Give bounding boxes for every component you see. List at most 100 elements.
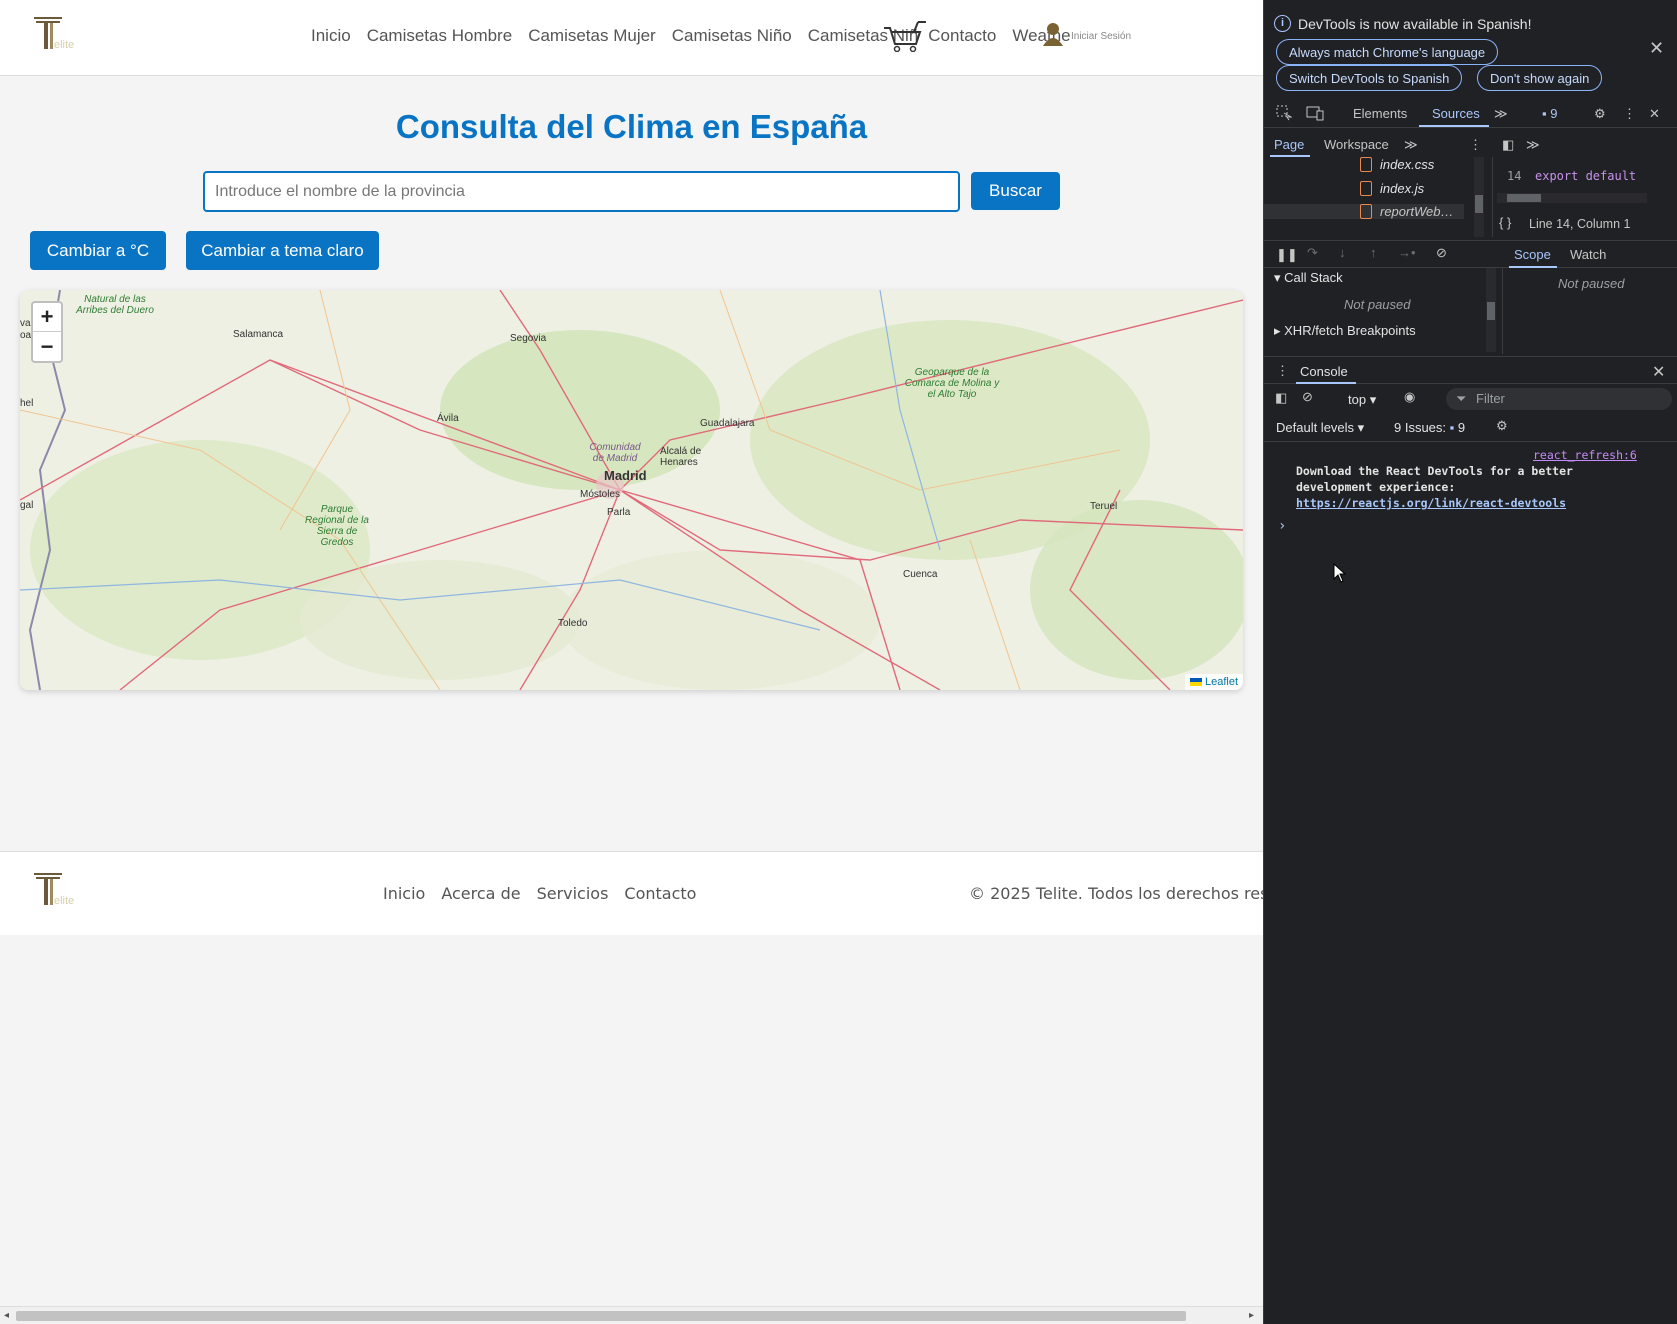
- leaflet-link[interactable]: Leaflet: [1205, 676, 1238, 688]
- log-link[interactable]: https://reactjs.org/link/react-devtools: [1296, 496, 1566, 510]
- tab-sources[interactable]: Sources: [1432, 106, 1480, 121]
- nav-inicio[interactable]: Inicio: [311, 26, 351, 46]
- more-subtabs-icon[interactable]: ≫: [1404, 137, 1418, 153]
- more-tabs-icon[interactable]: ≫: [1494, 106, 1508, 122]
- subtab-menu-icon[interactable]: ⋮: [1469, 137, 1482, 153]
- footer-link-acerca[interactable]: Acerca de: [441, 884, 520, 903]
- language-notice: i DevTools is now available in Spanish! …: [1264, 0, 1677, 95]
- weather-map[interactable]: Salamanca Segovia Ávila Guadalajara Comu…: [20, 290, 1243, 690]
- more-editor-icon[interactable]: ≫: [1526, 137, 1540, 153]
- nav-camisetas-nino[interactable]: Camisetas Niño: [672, 26, 792, 46]
- scroll-left-icon[interactable]: ◂: [4, 1310, 9, 1321]
- zoom-out-button[interactable]: −: [33, 332, 61, 361]
- tab-elements[interactable]: Elements: [1353, 106, 1407, 121]
- main-nav: Inicio Camisetas Hombre Camisetas Mujer …: [311, 26, 1087, 46]
- close-drawer-icon[interactable]: ✕: [1652, 362, 1665, 382]
- step-icon[interactable]: →•: [1398, 245, 1416, 260]
- settings-icon[interactable]: ⚙: [1594, 106, 1606, 122]
- console-filter-input[interactable]: ⏷ Filter: [1446, 388, 1672, 410]
- svg-text:elite: elite: [54, 39, 74, 51]
- device-toolbar-icon[interactable]: [1306, 105, 1324, 121]
- toggle-navigator-icon[interactable]: ◧: [1502, 137, 1514, 153]
- map-attribution[interactable]: Leaflet: [1184, 674, 1243, 690]
- footer-link-servicios[interactable]: Servicios: [537, 884, 609, 903]
- page-title: Consulta del Clima en España: [395, 108, 868, 145]
- deactivate-breakpoints-icon[interactable]: ⊘: [1436, 245, 1447, 261]
- live-expression-icon[interactable]: ◉: [1404, 389, 1415, 405]
- xhr-breakpoints-header[interactable]: ▸ XHR/fetch Breakpoints: [1274, 323, 1416, 339]
- login-link[interactable]: Iniciar Sesión: [1071, 31, 1131, 42]
- map-label-parla: Parla: [607, 507, 631, 518]
- theme-toggle-button[interactable]: Cambiar a tema claro: [186, 231, 379, 270]
- map-label-edge-2: gal: [20, 500, 34, 511]
- map-label-comunidad-madrid: Comunidad de Madrid: [589, 442, 641, 464]
- copyright-text: © 2025 Telite. Todos los derechos reserv…: [969, 884, 1263, 903]
- subtab-workspace[interactable]: Workspace: [1324, 137, 1389, 152]
- code-line[interactable]: export default: [1535, 169, 1636, 183]
- nav-contacto[interactable]: Contacto: [928, 26, 996, 46]
- nav-camisetas-mujer[interactable]: Camisetas Mujer: [528, 26, 656, 46]
- cart-icon[interactable]: [882, 20, 926, 52]
- nav-camisetas-hombre[interactable]: Camisetas Hombre: [367, 26, 513, 46]
- log-source-link[interactable]: react_refresh:6: [1533, 448, 1637, 462]
- map-tiles: [20, 290, 1243, 690]
- map-label-madrid: Madrid: [604, 468, 647, 483]
- match-language-button[interactable]: Always match Chrome's language: [1276, 39, 1499, 65]
- province-search-input[interactable]: [203, 171, 960, 212]
- file-tree: index.css index.js reportWeb…: [1264, 157, 1492, 237]
- scope-not-paused: Not paused: [1558, 276, 1625, 291]
- file-name: index.css: [1380, 157, 1435, 172]
- tab-watch[interactable]: Watch: [1570, 247, 1606, 262]
- file-index-css[interactable]: index.css: [1360, 157, 1434, 172]
- scroll-right-icon[interactable]: ▸: [1249, 1310, 1254, 1321]
- subtab-page[interactable]: Page: [1274, 137, 1304, 152]
- inspect-element-icon[interactable]: [1276, 105, 1292, 121]
- map-label-salamanca: Salamanca: [233, 329, 284, 340]
- footer-telite-logo: elite: [34, 873, 74, 907]
- tab-scope[interactable]: Scope: [1514, 247, 1551, 262]
- call-stack-header[interactable]: ▾ Call Stack: [1274, 270, 1343, 286]
- pause-icon[interactable]: ❚❚: [1276, 247, 1298, 263]
- telite-logo[interactable]: elite: [32, 14, 82, 54]
- dont-show-again-button[interactable]: Don't show again: [1477, 65, 1603, 91]
- clear-console-icon[interactable]: ⊘: [1302, 389, 1313, 405]
- close-devtools-icon[interactable]: ✕: [1649, 106, 1660, 122]
- file-index-js[interactable]: index.js: [1360, 181, 1424, 196]
- unit-toggle-button[interactable]: Cambiar a °C: [30, 231, 166, 270]
- call-stack-label: Call Stack: [1284, 270, 1343, 285]
- step-into-icon[interactable]: ↓: [1339, 245, 1346, 260]
- map-label-cuenca: Cuenca: [903, 569, 938, 580]
- callstack-scrollbar[interactable]: [1486, 268, 1496, 352]
- issues-icon[interactable]: ▪ 9: [1542, 106, 1557, 121]
- editor-hscroll[interactable]: [1497, 193, 1647, 203]
- log-levels-dropdown[interactable]: Default levels ▾: [1276, 420, 1364, 436]
- issues-counter[interactable]: 9 Issues: ▪ 9: [1394, 420, 1465, 435]
- footer-link-inicio[interactable]: Inicio: [383, 884, 425, 903]
- search-button[interactable]: Buscar: [971, 172, 1060, 210]
- step-out-icon[interactable]: ↑: [1370, 245, 1377, 260]
- step-over-icon[interactable]: ↷: [1307, 245, 1318, 261]
- sidebar-toggle-icon[interactable]: ◧: [1275, 390, 1287, 406]
- pretty-print-icon[interactable]: { }: [1499, 215, 1511, 230]
- console-prompt[interactable]: ›: [1278, 518, 1286, 534]
- issues-label: 9 Issues:: [1394, 420, 1447, 435]
- console-tab[interactable]: Console: [1300, 364, 1348, 379]
- file-tree-scrollbar[interactable]: [1474, 157, 1484, 237]
- more-options-icon[interactable]: ⋮: [1623, 106, 1636, 122]
- footer-link-contacto[interactable]: Contacto: [624, 884, 696, 903]
- console-settings-icon[interactable]: ⚙: [1496, 418, 1508, 434]
- map-label-edge-1: hel: [20, 398, 34, 409]
- file-reportwebvitals[interactable]: reportWeb…: [1264, 204, 1464, 219]
- call-stack-pane: ▾ Call Stack Not paused ▸ XHR/fetch Brea…: [1264, 268, 1496, 354]
- zoom-in-button[interactable]: +: [33, 303, 61, 332]
- map-label-alcala: Alcalá de Henares: [660, 446, 702, 468]
- map-label-segovia: Segovia: [510, 333, 547, 344]
- context-selector[interactable]: top ▾: [1348, 392, 1376, 408]
- close-notice-icon[interactable]: ✕: [1649, 38, 1664, 59]
- sources-subtabs: Page Workspace ≫ ⋮ ◧ ≫: [1264, 131, 1677, 157]
- switch-spanish-button[interactable]: Switch DevTools to Spanish: [1276, 65, 1463, 91]
- horizontal-scrollbar[interactable]: ◂ ▸: [0, 1306, 1263, 1324]
- scrollbar-thumb[interactable]: [16, 1311, 1186, 1321]
- drawer-menu-icon[interactable]: ⋮: [1276, 363, 1289, 379]
- user-icon[interactable]: [1043, 22, 1063, 46]
